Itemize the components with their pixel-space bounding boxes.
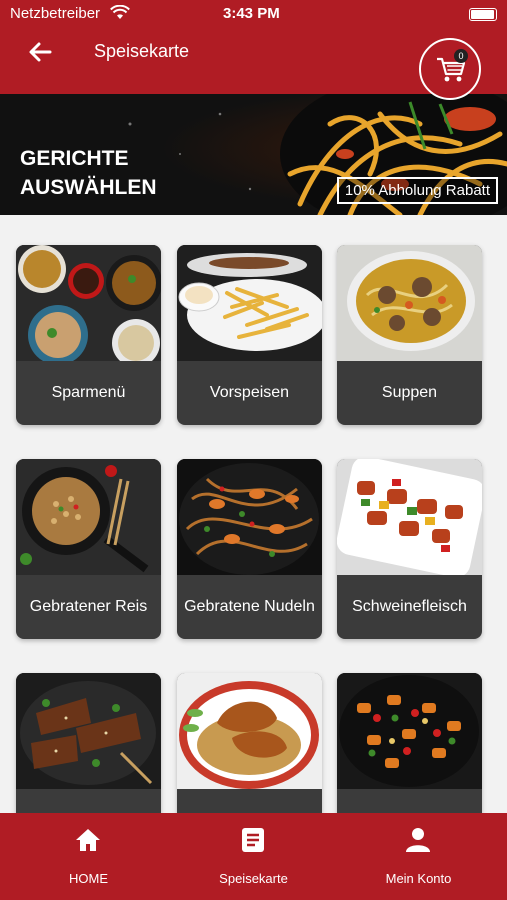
nav-speisekarte[interactable]: Speisekarte	[169, 813, 338, 900]
hero-banner: GERICHTE AUSWÄHLEN 10% Abholung Rabatt	[0, 94, 507, 215]
home-icon	[76, 829, 100, 851]
category-card-suppen[interactable]: Suppen	[337, 245, 482, 425]
discount-badge: 10% Abholung Rabatt	[336, 177, 498, 204]
nav-label: Speisekarte	[219, 871, 288, 886]
nav-mein-konto[interactable]: Mein Konto	[334, 813, 503, 900]
battery-icon	[469, 8, 497, 21]
back-arrow-icon[interactable]	[26, 38, 54, 66]
category-photo	[337, 245, 482, 361]
user-icon	[406, 828, 430, 852]
cart-count-badge: 0	[454, 49, 468, 63]
category-photo	[16, 459, 161, 575]
category-photo	[177, 673, 322, 789]
category-label: Vorspeisen	[209, 384, 290, 401]
nav-label: Mein Konto	[385, 871, 452, 886]
nav-label: HOME	[69, 871, 108, 886]
category-grid: Sparmenü Vorspeisen Suppen Gebratener Re…	[0, 215, 507, 813]
category-photo	[16, 245, 161, 361]
category-photo	[177, 245, 322, 361]
category-label: Gebratener Reis	[29, 598, 148, 615]
category-label	[337, 789, 482, 813]
menu-list-icon	[242, 828, 264, 852]
banner-heading: GERICHTE AUSWÄHLEN	[20, 144, 220, 202]
category-card-gebratener-reis[interactable]: Gebratener Reis	[16, 459, 161, 639]
category-card-schweinefleisch[interactable]: Schweinefleisch	[337, 459, 482, 639]
category-card-vorspeisen[interactable]: Vorspeisen	[177, 245, 322, 425]
category-label	[177, 789, 322, 813]
category-label: Schweinefleisch	[352, 598, 467, 615]
nav-home[interactable]: HOME	[4, 813, 173, 900]
category-label: Suppen	[381, 384, 438, 401]
status-time: 3:43 PM	[223, 5, 280, 22]
category-label: Sparmenü	[51, 384, 126, 401]
wifi-icon	[110, 5, 130, 19]
category-card-9[interactable]	[337, 673, 482, 813]
category-card-sparmenue[interactable]: Sparmenü	[16, 245, 161, 425]
banner-heading-line2: AUSWÄHLEN	[20, 176, 157, 199]
category-card-7[interactable]	[16, 673, 161, 813]
category-photo	[337, 673, 482, 789]
category-photo	[177, 459, 322, 575]
page-title: Speisekarte	[94, 41, 190, 61]
category-label: Gebratene Nudeln	[184, 598, 315, 615]
cart-button[interactable]: 0	[419, 38, 481, 100]
category-card-8[interactable]	[177, 673, 322, 813]
category-photo	[337, 459, 482, 575]
category-photo	[16, 673, 161, 789]
status-bar: Netzbetreiber 3:43 PM	[0, 0, 507, 28]
bottom-navigation: HOME Speisekarte Mein Konto	[0, 813, 507, 900]
banner-heading-line1: GERICHTE	[20, 147, 129, 170]
carrier-name: Netzbetreiber	[10, 5, 101, 22]
category-card-gebratene-nudeln[interactable]: Gebratene Nudeln	[177, 459, 322, 639]
category-label	[16, 789, 161, 813]
